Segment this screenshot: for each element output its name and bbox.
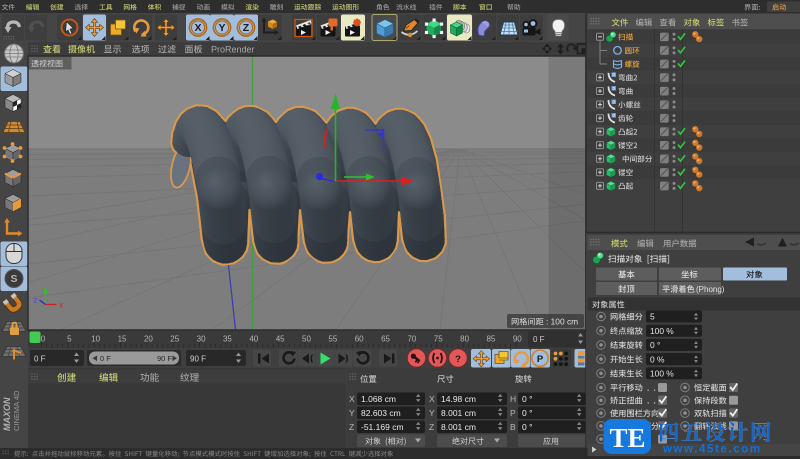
svg-text:8.001 cm: 8.001 cm — [441, 408, 476, 418]
svg-text:0 F: 0 F — [100, 354, 111, 363]
svg-text:P: P — [510, 408, 516, 418]
svg-text:30: 30 — [197, 335, 206, 344]
svg-text:55: 55 — [328, 335, 337, 344]
svg-text:10: 10 — [91, 335, 100, 344]
svg-text:Y: Y — [429, 408, 435, 418]
svg-text:85: 85 — [486, 335, 495, 344]
svg-text:TE: TE — [609, 423, 645, 453]
svg-text:90: 90 — [513, 335, 522, 344]
svg-text:90 F: 90 F — [190, 355, 206, 364]
svg-text:0 °: 0 ° — [650, 340, 660, 350]
svg-text:0 %: 0 % — [650, 354, 665, 364]
svg-text:60: 60 — [355, 335, 364, 344]
svg-text:-51.169 cm: -51.169 cm — [361, 422, 404, 432]
svg-text:35: 35 — [223, 335, 232, 344]
svg-text:: 100 cm: : 100 cm — [546, 317, 578, 327]
svg-text:X: X — [429, 394, 435, 404]
svg-text:Z: Z — [243, 22, 250, 34]
svg-text:0 °: 0 ° — [522, 394, 533, 404]
svg-text:15: 15 — [118, 335, 127, 344]
svg-text:0: 0 — [41, 335, 46, 344]
svg-text:X: X — [194, 22, 201, 34]
svg-text:70: 70 — [407, 335, 416, 344]
svg-text:40: 40 — [249, 335, 258, 344]
svg-text:100 %: 100 % — [650, 369, 674, 379]
svg-text:1.068 cm: 1.068 cm — [361, 394, 396, 404]
svg-text:Z: Z — [349, 422, 354, 432]
svg-text:5: 5 — [650, 312, 655, 322]
svg-text:0 °: 0 ° — [522, 408, 533, 418]
svg-text:5: 5 — [67, 335, 72, 344]
svg-text:Z: Z — [34, 298, 38, 305]
svg-text:0 °: 0 ° — [522, 422, 533, 432]
svg-text:65: 65 — [381, 335, 390, 344]
svg-text:14.98 cm: 14.98 cm — [441, 394, 476, 404]
svg-text:82.603 cm: 82.603 cm — [361, 408, 401, 418]
svg-text:H: H — [510, 394, 516, 404]
svg-text:X: X — [349, 394, 355, 404]
svg-text:90 F: 90 F — [157, 354, 172, 363]
svg-text:B: B — [510, 422, 516, 432]
svg-text:?: ? — [455, 354, 461, 365]
svg-text:45: 45 — [276, 335, 285, 344]
svg-text:50: 50 — [302, 335, 311, 344]
svg-text:ProRender: ProRender — [211, 45, 255, 55]
svg-text:100 %: 100 % — [650, 326, 674, 336]
svg-text:25: 25 — [170, 335, 179, 344]
svg-text:X: X — [59, 303, 64, 310]
svg-text:MAXON: MAXON — [2, 397, 12, 431]
svg-text:0 F: 0 F — [34, 355, 46, 364]
svg-text:Y: Y — [349, 408, 355, 418]
svg-text:(Phong): (Phong) — [696, 285, 725, 294]
svg-text:8.001 cm: 8.001 cm — [441, 422, 476, 432]
svg-text:Z: Z — [429, 422, 434, 432]
svg-text:www.45te.com: www.45te.com — [662, 444, 762, 456]
svg-text:80: 80 — [460, 335, 469, 344]
svg-text:P: P — [537, 354, 544, 365]
svg-text:Y: Y — [43, 286, 48, 293]
svg-text:Y: Y — [218, 22, 225, 34]
svg-text:CINEMA 4D: CINEMA 4D — [12, 390, 21, 431]
svg-text:20: 20 — [144, 335, 153, 344]
svg-text:S: S — [10, 273, 17, 285]
svg-text:0 F: 0 F — [533, 335, 545, 344]
svg-text:75: 75 — [434, 335, 443, 344]
